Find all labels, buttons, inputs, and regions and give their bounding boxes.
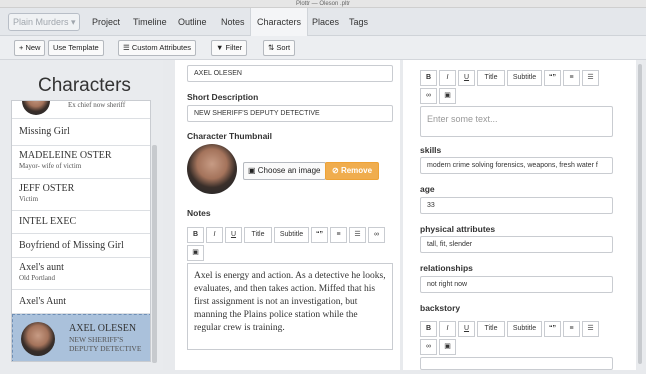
use-template-button[interactable]: Use Template (48, 40, 104, 56)
image-icon: ▣ (444, 343, 451, 350)
menubar: Plain Murders ▾ Project Timeline Outline… (0, 8, 646, 36)
short-description-field[interactable]: NEW SHERIFF'S DEPUTY DETECTIVE (187, 105, 393, 122)
link-button[interactable]: ∞ (420, 88, 437, 104)
remove-icon: ⊘ (332, 166, 341, 175)
bulleted-list-button[interactable]: ☰ (582, 70, 599, 86)
new-character-button[interactable]: + New (14, 40, 46, 56)
remove-image-button[interactable]: ⊘ Remove (325, 162, 380, 180)
list-item[interactable]: Boyfriend of Missing Girl (12, 234, 150, 258)
image-button[interactable]: ▣ (439, 88, 456, 104)
choose-image-button[interactable]: ▣ Choose an image (243, 162, 326, 180)
thumbnail-label: Character Thumbnail (187, 131, 273, 141)
tab-characters[interactable]: Characters (250, 8, 309, 36)
name-field[interactable]: AXEL OLESEN (187, 65, 393, 82)
age-label: age (420, 184, 435, 194)
physical-attributes-label: physical attributes (420, 224, 496, 234)
short-description-label: Short Description (187, 92, 259, 102)
attributes-scrollbar[interactable] (638, 64, 642, 364)
toolbar: + New Use Template ☰ Custom Attributes ▼… (0, 36, 646, 60)
bulleted-list-button[interactable]: ☰ (349, 227, 366, 243)
character-list: Ex chief now sheriff Missing Girl MADELE… (11, 100, 151, 362)
numbered-list-button[interactable]: ≡ (563, 70, 580, 86)
tab-outline[interactable]: Outline (178, 8, 207, 36)
italic-button[interactable]: I (206, 227, 223, 243)
title-button[interactable]: Title (477, 321, 505, 337)
skills-field[interactable]: modern crime solving forensics, weapons,… (420, 157, 613, 174)
bold-button[interactable]: B (187, 227, 204, 243)
skills-label: skills (420, 145, 442, 155)
image-icon: ▣ (192, 249, 199, 256)
attributes-panel: B I U Title Subtitle “” ≡ ☰ ∞ ▣ Enter so… (403, 60, 636, 370)
link-icon: ∞ (426, 343, 431, 350)
italic-button[interactable]: I (439, 321, 456, 337)
list-icon: ☰ (123, 43, 132, 52)
link-icon: ∞ (374, 231, 379, 238)
filter-button[interactable]: ▼ Filter (211, 40, 248, 56)
character-editor: AXEL OLESEN Short Description NEW SHERIF… (175, 60, 400, 370)
list-item[interactable]: JEFF OSTER Victim (12, 179, 150, 211)
tab-notes[interactable]: Notes (221, 8, 245, 36)
age-field[interactable]: 33 (420, 197, 613, 214)
image-icon: ▣ (248, 166, 258, 175)
panel-title: Characters (38, 75, 131, 96)
filter-icon: ▼ (216, 43, 226, 52)
character-thumbnail (187, 144, 237, 194)
relationships-label: relationships (420, 263, 473, 273)
italic-button[interactable]: I (439, 70, 456, 86)
subtitle-button[interactable]: Subtitle (274, 227, 309, 243)
description-editor[interactable]: Enter some text... (420, 106, 613, 137)
window-titlebar: Plottr — Oleson .pltr (0, 0, 646, 8)
list-item[interactable]: INTEL EXEC (12, 211, 150, 234)
custom-attributes-button[interactable]: ☰ Custom Attributes (118, 40, 197, 56)
list-item-selected[interactable]: AXEL OLESEN NEW SHERIFF'S DEPUTY DETECTI… (12, 314, 150, 361)
numbered-list-button[interactable]: ≡ (563, 321, 580, 337)
image-button[interactable]: ▣ (187, 245, 204, 261)
avatar (22, 101, 50, 115)
link-button[interactable]: ∞ (368, 227, 385, 243)
list-item[interactable]: Missing Girl (12, 119, 150, 146)
quote-button[interactable]: “” (544, 321, 561, 337)
tab-tags[interactable]: Tags (349, 8, 368, 36)
subtitle-button[interactable]: Subtitle (507, 70, 542, 86)
underline-button[interactable]: U (458, 321, 475, 337)
subtitle-button[interactable]: Subtitle (507, 321, 542, 337)
title-button[interactable]: Title (477, 70, 505, 86)
list-item[interactable]: Axel's aunt Old Portland (12, 258, 150, 290)
numbered-list-button[interactable]: ≡ (330, 227, 347, 243)
underline-button[interactable]: U (458, 70, 475, 86)
link-button[interactable]: ∞ (420, 339, 437, 355)
bold-button[interactable]: B (420, 321, 437, 337)
list-item[interactable]: Ex chief now sheriff (12, 101, 150, 119)
bold-button[interactable]: B (420, 70, 437, 86)
underline-button[interactable]: U (225, 227, 242, 243)
tab-timeline[interactable]: Timeline (133, 8, 167, 36)
title-button[interactable]: Title (244, 227, 272, 243)
quote-button[interactable]: “” (311, 227, 328, 243)
bulleted-list-button[interactable]: ☰ (582, 321, 599, 337)
list-item[interactable]: Axel's Aunt (12, 290, 150, 314)
notes-editor[interactable]: Axel is energy and action. As a detectiv… (187, 263, 393, 350)
tab-places[interactable]: Places (312, 8, 339, 36)
link-icon: ∞ (426, 92, 431, 99)
notes-label: Notes (187, 208, 211, 218)
backstory-editor[interactable] (420, 357, 613, 370)
backstory-label: backstory (420, 303, 461, 313)
quote-button[interactable]: “” (544, 70, 561, 86)
character-list-scrollbar[interactable] (152, 145, 157, 363)
list-item[interactable]: MADELEINE OSTER Mayor- wife of victim (12, 146, 150, 179)
avatar (21, 322, 55, 356)
sort-button[interactable]: ⇅ Sort (263, 40, 296, 56)
physical-attributes-field[interactable]: tall, fit, slender (420, 236, 613, 253)
image-button[interactable]: ▣ (439, 339, 456, 355)
book-select[interactable]: Plain Murders ▾ (8, 13, 80, 31)
image-icon: ▣ (444, 92, 451, 99)
tab-project[interactable]: Project (92, 8, 120, 36)
relationships-field[interactable]: not right now (420, 276, 613, 293)
